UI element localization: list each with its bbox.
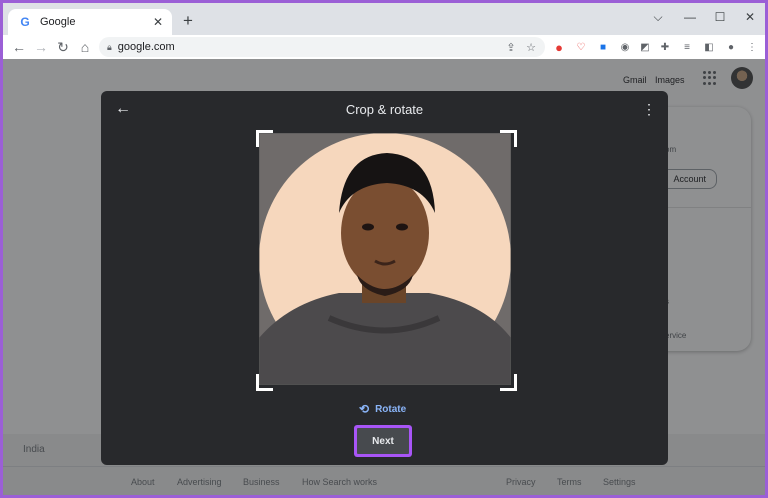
rotate-label: Rotate [375, 403, 407, 415]
crop-rotate-dialog: ← Crop & rotate ⋮ ⟲ Rotate Next [101, 91, 668, 465]
tab-search-icon[interactable]: ⌵ [643, 7, 673, 27]
crop-handle-top-right[interactable] [500, 130, 517, 147]
back-arrow-icon[interactable]: ← [9, 37, 29, 57]
new-tab-button[interactable]: + [179, 11, 197, 30]
tab-google[interactable]: G Google ✕ [8, 9, 172, 35]
lock-icon[interactable]: 🔒︎ [107, 42, 112, 53]
page-content: Gmail Images om Account s ervice India A… [3, 59, 765, 495]
browser-window: G Google ✕ + ⌵ — ☐ ✕ ← → ↻ ⌂ 🔒︎ google.c… [3, 3, 765, 495]
crop-handle-bottom-left[interactable] [256, 374, 273, 391]
address-url[interactable]: google.com [118, 41, 175, 53]
ninja-extension-icon[interactable]: ◉ [617, 39, 633, 55]
opera-extension-icon[interactable]: ● [551, 39, 567, 55]
browser-menu-icon[interactable]: ⋮ [744, 39, 760, 55]
close-window-button[interactable]: ✕ [735, 7, 765, 27]
forward-arrow-icon[interactable]: → [31, 37, 51, 57]
extensions-puzzle-icon[interactable]: ✚ [657, 39, 673, 55]
google-favicon-icon: G [20, 15, 30, 29]
profile-photo [259, 133, 511, 385]
share-icon[interactable]: ⇪ [503, 39, 519, 55]
crop-area[interactable] [259, 133, 511, 385]
tab-title: Google [40, 16, 76, 28]
rotate-button[interactable]: ⟲ Rotate [359, 401, 406, 417]
bookmark-star-icon[interactable]: ☆ [523, 39, 539, 55]
pocket-extension-icon[interactable]: ♡ [573, 39, 589, 55]
crop-handle-top-left[interactable] [256, 130, 273, 147]
reload-icon[interactable]: ↻ [53, 37, 73, 57]
browser-toolbar: ← → ↻ ⌂ 🔒︎ google.com ⇪ ☆ ● ♡ ■ ◉ ◩ ✚ ≡ … [3, 35, 765, 59]
side-panel-icon[interactable]: ◧ [701, 39, 717, 55]
blue-extension-icon[interactable]: ■ [595, 39, 611, 55]
maximize-button[interactable]: ☐ [705, 7, 735, 27]
minimize-button[interactable]: — [675, 7, 705, 27]
home-icon[interactable]: ⌂ [75, 37, 95, 57]
profile-avatar-icon[interactable]: ● [723, 39, 739, 55]
address-bar[interactable]: 🔒︎ google.com ⇪ ☆ [99, 37, 545, 57]
tab-strip: G Google ✕ + ⌵ — ☐ ✕ [3, 3, 765, 35]
telegram-extension-icon[interactable]: ◩ [637, 39, 653, 55]
reading-list-icon[interactable]: ≡ [679, 39, 695, 55]
crop-handle-bottom-right[interactable] [500, 374, 517, 391]
dialog-title: Crop & rotate [345, 102, 424, 117]
more-options-icon[interactable]: ⋮ [639, 99, 659, 119]
rotate-icon: ⟲ [359, 402, 370, 416]
tab-close-icon[interactable]: ✕ [150, 14, 166, 30]
next-button[interactable]: Next [357, 428, 409, 454]
